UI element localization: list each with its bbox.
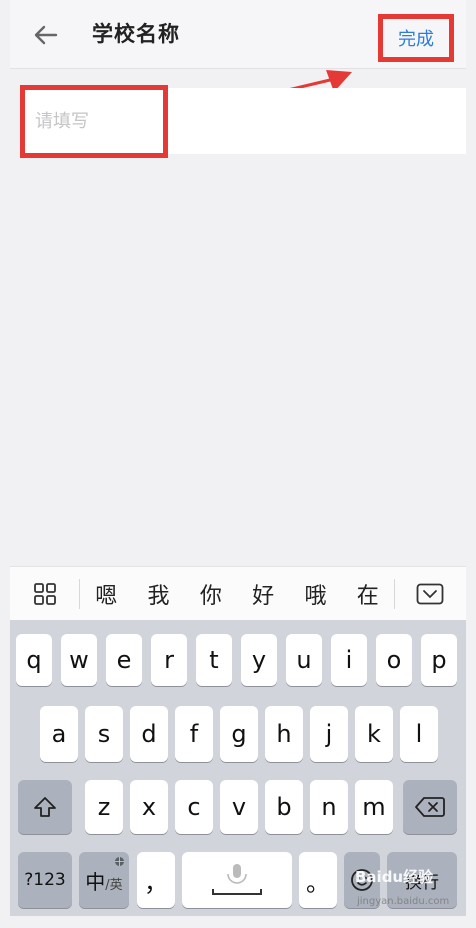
key-w[interactable]: w bbox=[61, 634, 97, 686]
key-c[interactable]: c bbox=[175, 780, 213, 834]
key-m[interactable]: m bbox=[355, 780, 393, 834]
key-z[interactable]: z bbox=[85, 780, 123, 834]
key-r[interactable]: r bbox=[151, 634, 187, 686]
globe-icon bbox=[115, 857, 124, 866]
school-name-highlight bbox=[20, 85, 168, 158]
candidate-word[interactable]: 我 bbox=[132, 578, 184, 610]
key-h[interactable]: h bbox=[265, 706, 303, 762]
key-l[interactable]: l bbox=[400, 706, 438, 762]
candidate-word[interactable]: 你 bbox=[185, 578, 237, 610]
shift-key[interactable] bbox=[18, 780, 72, 834]
backspace-icon bbox=[415, 797, 445, 817]
school-name-input[interactable] bbox=[33, 110, 163, 133]
period-key[interactable]: 。 bbox=[299, 852, 337, 908]
key-i[interactable]: i bbox=[331, 634, 367, 686]
microphone-icon bbox=[212, 864, 262, 895]
candidate-word[interactable]: 在 bbox=[342, 578, 394, 610]
emoji-icon bbox=[351, 869, 373, 891]
key-q[interactable]: q bbox=[16, 634, 52, 686]
return-key[interactable]: 换行 bbox=[387, 852, 457, 908]
emoji-key[interactable] bbox=[344, 852, 380, 908]
ime-menu-grid-icon[interactable] bbox=[10, 582, 79, 606]
key-e[interactable]: e bbox=[106, 634, 142, 686]
key-t[interactable]: t bbox=[196, 634, 232, 686]
keyboard-collapse-icon[interactable] bbox=[395, 583, 466, 605]
done-button-label: 完成 bbox=[398, 29, 434, 50]
key-d[interactable]: d bbox=[130, 706, 168, 762]
key-j[interactable]: j bbox=[310, 706, 348, 762]
ime-candidate-bar: 嗯 我 你 好 哦 在 bbox=[10, 566, 466, 621]
candidate-word[interactable]: 好 bbox=[237, 578, 289, 610]
key-s[interactable]: s bbox=[85, 706, 123, 762]
key-k[interactable]: k bbox=[355, 706, 393, 762]
key-x[interactable]: x bbox=[130, 780, 168, 834]
shift-arrow-icon bbox=[34, 797, 56, 817]
key-g[interactable]: g bbox=[220, 706, 258, 762]
lang-secondary-label: /英 bbox=[105, 877, 123, 893]
language-switch-key[interactable]: 中 /英 bbox=[79, 852, 129, 908]
key-n[interactable]: n bbox=[310, 780, 348, 834]
done-button[interactable]: 完成 bbox=[378, 14, 454, 62]
candidate-word[interactable]: 嗯 bbox=[80, 578, 132, 610]
key-p[interactable]: p bbox=[421, 634, 457, 686]
key-v[interactable]: v bbox=[220, 780, 258, 834]
key-u[interactable]: u bbox=[286, 634, 322, 686]
key-a[interactable]: a bbox=[40, 706, 78, 762]
page-title: 学校名称 bbox=[92, 22, 180, 46]
key-o[interactable]: o bbox=[376, 634, 412, 686]
backspace-key[interactable] bbox=[403, 780, 457, 834]
key-b[interactable]: b bbox=[265, 780, 303, 834]
soft-keyboard: q w e r t y u i o p a s d f g h j k l z … bbox=[10, 620, 466, 916]
space-key[interactable] bbox=[182, 852, 292, 908]
lang-primary-label: 中 bbox=[85, 869, 106, 894]
key-y[interactable]: y bbox=[241, 634, 277, 686]
numbers-key[interactable]: ?123 bbox=[18, 852, 72, 908]
comma-key[interactable]: ， bbox=[137, 852, 175, 908]
candidate-word[interactable]: 哦 bbox=[289, 578, 341, 610]
key-f[interactable]: f bbox=[175, 706, 213, 762]
back-arrow-icon[interactable] bbox=[32, 22, 58, 48]
